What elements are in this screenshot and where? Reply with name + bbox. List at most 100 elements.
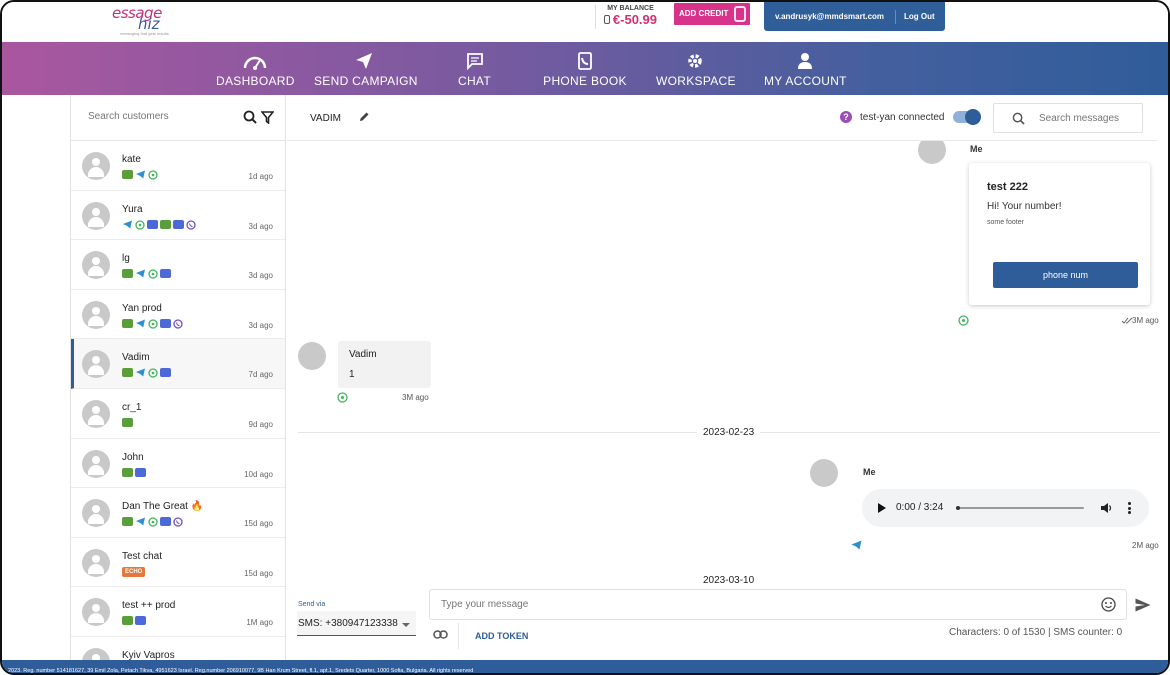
customer-item[interactable]: Test chat ECHO 15d ago (71, 538, 285, 588)
user-email[interactable]: v.andrusyk@mmdsmart.com (764, 9, 896, 24)
logout-button[interactable]: Log Out (896, 12, 935, 21)
customer-item[interactable]: Dan The Great 🔥 15d ago (71, 488, 285, 538)
sms-icon (122, 269, 133, 279)
whatsapp-icon (958, 315, 969, 326)
viber-icon (173, 319, 183, 329)
send-via-select[interactable]: SMS: +380947123338 (297, 611, 416, 636)
avatar (82, 201, 110, 230)
nav-phone-book[interactable]: PHONE BOOK (542, 42, 628, 95)
telegram-icon (136, 517, 145, 526)
search-icon[interactable] (1012, 112, 1025, 125)
rcs-icon (160, 269, 171, 279)
nav-send-campaign[interactable]: SEND CAMPAIGN (314, 42, 417, 95)
logo[interactable]: essage hiz messaging that gets results (112, 4, 182, 36)
customer-item[interactable]: Yura 3d ago (71, 191, 285, 241)
channel-icons (122, 467, 146, 477)
message-time: 3M ago (1132, 316, 1159, 325)
customer-item[interactable]: cr_1 9d ago (71, 389, 285, 439)
channel-icons (122, 517, 183, 527)
audio-progress-track[interactable] (956, 506, 1084, 510)
channel-icons: ECHO (122, 566, 146, 577)
customer-last-seen: 3d ago (248, 320, 273, 330)
nav-chat[interactable]: CHAT (452, 42, 497, 95)
customer-sidebar: kate 1d ago Yura 3d ago lg 3d ago Yan prod 3d a… (70, 95, 286, 660)
nav-chat-label: CHAT (458, 74, 491, 88)
channel-icons (122, 269, 171, 279)
add-credit-label: ADD CREDIT (679, 9, 729, 18)
emoji-icon[interactable] (1101, 597, 1116, 612)
link-icon[interactable] (433, 630, 448, 639)
nav-workspace[interactable]: WORKSPACE (656, 42, 736, 95)
telegram-icon (136, 170, 145, 179)
avatar (918, 141, 946, 164)
date-label: 2023-02-23 (697, 427, 761, 438)
whatsapp-icon (148, 368, 158, 379)
main-nav: DASHBOARD SEND CAMPAIGN CHAT PHONE BOOK … (2, 42, 1168, 95)
toggle-knob (965, 109, 981, 125)
customer-last-seen: 1d ago (248, 172, 273, 181)
message-time: 3M ago (402, 393, 429, 402)
user-box: v.andrusyk@mmdsmart.com Log Out (764, 2, 945, 31)
customer-name: Test chat (122, 550, 163, 562)
divider (458, 623, 459, 649)
whatsapp-icon (135, 219, 145, 230)
nav-dashboard[interactable]: DASHBOARD (216, 42, 294, 95)
telegram-icon (851, 540, 862, 550)
filter-icon[interactable] (261, 111, 274, 124)
customer-item[interactable]: kate 1d ago (71, 141, 285, 191)
play-icon[interactable] (878, 503, 886, 513)
top-header: essage hiz messaging that gets results M… (2, 2, 1168, 42)
speedometer-icon (243, 56, 267, 70)
rcs-icon (160, 368, 171, 378)
rcs-icon (135, 467, 146, 477)
message-input[interactable] (441, 599, 1041, 610)
customer-item[interactable]: lg 3d ago (71, 240, 285, 290)
card-title: test 222 (987, 181, 1028, 193)
whatsapp-icon (148, 269, 158, 279)
avatar (82, 300, 110, 329)
more-options-icon[interactable] (1128, 502, 1131, 516)
card-action-button[interactable]: phone num (993, 262, 1138, 288)
rcs-icon (160, 517, 171, 527)
footer: 2023. Reg. number 514181627, 39 Emil Zol… (2, 660, 1168, 673)
message-search-input[interactable] (1039, 113, 1139, 124)
avatar (82, 499, 110, 528)
avatar (82, 449, 110, 478)
channel-icons (122, 616, 146, 626)
customer-name: cr_1 (122, 401, 142, 413)
channel-icons (122, 170, 158, 180)
gear-icon (688, 54, 702, 68)
connection-toggle[interactable] (953, 109, 981, 125)
search-icon[interactable] (243, 110, 257, 124)
audio-progress-handle[interactable] (956, 506, 960, 510)
customer-search-input[interactable] (88, 111, 228, 122)
add-token-button[interactable]: ADD TOKEN (475, 631, 528, 641)
customer-item[interactable]: Vadim 7d ago (71, 339, 285, 389)
send-icon[interactable] (1135, 598, 1151, 612)
message-composer: Send via SMS: +380947123338 ADD TOKEN Ch… (287, 583, 1168, 660)
chat-header: VADIM ? test-yan connected (287, 95, 1157, 141)
chevron-down-icon (402, 623, 410, 627)
customer-item[interactable]: John 10d ago (71, 439, 285, 489)
sms-icon (122, 170, 133, 179)
add-credit-button[interactable]: ADD CREDIT (674, 3, 750, 25)
nav-my-account[interactable]: MY ACCOUNT (764, 42, 846, 95)
volume-icon[interactable] (1100, 502, 1113, 514)
customer-item[interactable]: Yan prod 3d ago (71, 290, 285, 340)
whatsapp-icon (337, 392, 348, 403)
logo-tagline: messaging that gets results (120, 31, 169, 36)
customer-last-seen: 10d ago (244, 469, 273, 479)
date-label: 2023-03-10 (697, 575, 761, 583)
customer-name: Dan The Great 🔥 (122, 501, 204, 513)
card-body: Hi! Your number! (987, 201, 1062, 212)
customer-item[interactable]: Kyiv Vapros (71, 637, 285, 660)
telegram-icon (136, 368, 145, 377)
chat-contact-name: VADIM (310, 113, 341, 124)
customer-last-seen: 15d ago (244, 568, 273, 578)
customer-item[interactable]: test ++ prod 1M ago (71, 587, 285, 637)
edit-pencil-icon[interactable] (359, 111, 370, 122)
rich-card-message: test 222 Hi! Your number! some footer ph… (969, 163, 1150, 305)
help-icon[interactable]: ? (840, 111, 852, 123)
character-counter: Characters: 0 of 1530 | SMS counter: 0 (949, 627, 1123, 638)
customer-list: kate 1d ago Yura 3d ago lg 3d ago Yan prod 3d a… (71, 141, 285, 660)
